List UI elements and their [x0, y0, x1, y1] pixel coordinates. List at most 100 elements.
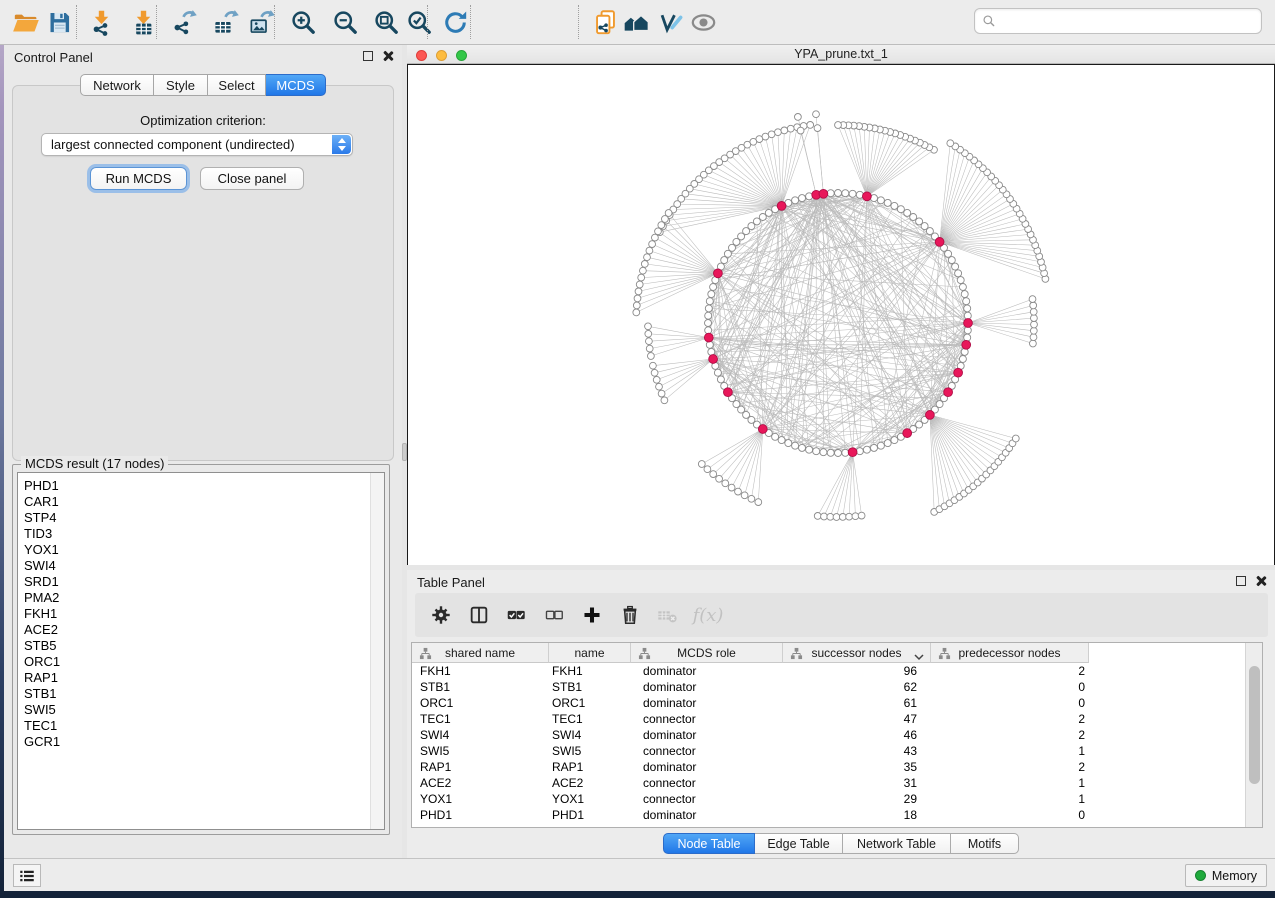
cell-predecessor-nodes[interactable]: 2: [931, 663, 1089, 679]
network-node[interactable]: [714, 369, 721, 376]
network-node[interactable]: [646, 247, 653, 254]
cell-successor-nodes[interactable]: 96: [783, 663, 931, 679]
network-node[interactable]: [1029, 296, 1036, 303]
import-table-icon[interactable]: [128, 7, 158, 37]
close-panel-button[interactable]: Close panel: [200, 167, 304, 190]
mcds-hub-node[interactable]: [863, 192, 872, 201]
network-node[interactable]: [947, 140, 954, 147]
network-node[interactable]: [842, 190, 849, 197]
network-node[interactable]: [835, 190, 842, 197]
network-node[interactable]: [759, 214, 766, 221]
table-panel-close-button[interactable]: [1255, 575, 1267, 587]
export-table-icon[interactable]: [210, 7, 240, 37]
search-field[interactable]: [974, 8, 1262, 34]
network-node[interactable]: [961, 291, 968, 298]
optimization-criterion-select[interactable]: largest connected component (undirected): [41, 133, 353, 156]
tab-node-table[interactable]: Node Table: [663, 833, 755, 854]
network-node[interactable]: [863, 446, 870, 453]
network-node[interactable]: [640, 267, 647, 274]
import-network-icon[interactable]: [86, 7, 116, 37]
network-node[interactable]: [787, 125, 794, 132]
network-node[interactable]: [772, 433, 779, 440]
table-row[interactable]: FKH1FKH1dominator962: [412, 663, 1245, 679]
network-node[interactable]: [952, 263, 959, 270]
export-network-icon[interactable]: [168, 7, 198, 37]
network-node[interactable]: [710, 471, 717, 478]
cell-shared-name[interactable]: TEC1: [412, 711, 549, 727]
network-node[interactable]: [785, 440, 792, 447]
network-node[interactable]: [706, 298, 713, 305]
network-node[interactable]: [936, 401, 943, 408]
cell-successor-nodes[interactable]: 61: [783, 695, 931, 711]
network-node[interactable]: [964, 312, 971, 319]
label-visibility-icon[interactable]: [655, 7, 685, 37]
cell-successor-nodes[interactable]: 35: [783, 759, 931, 775]
cell-name[interactable]: PHD1: [549, 807, 631, 823]
cell-predecessor-nodes[interactable]: 2: [931, 711, 1089, 727]
mcds-hub-node[interactable]: [962, 340, 971, 349]
network-node[interactable]: [884, 440, 891, 447]
cell-name[interactable]: ORC1: [549, 695, 631, 711]
network-node[interactable]: [716, 475, 723, 482]
network-node[interactable]: [799, 195, 806, 202]
cell-shared-name[interactable]: RAP1: [412, 759, 549, 775]
network-node[interactable]: [641, 261, 648, 268]
cell-MCDS-role[interactable]: connector: [631, 775, 783, 791]
memory-button[interactable]: Memory: [1185, 864, 1267, 887]
table-row[interactable]: ACE2ACE2connector311: [412, 775, 1245, 791]
network-node[interactable]: [658, 222, 665, 229]
network-node[interactable]: [741, 492, 748, 499]
cell-predecessor-nodes[interactable]: 0: [931, 695, 1089, 711]
eye-icon[interactable]: [688, 7, 718, 37]
mcds-hub-node[interactable]: [964, 319, 973, 328]
network-node[interactable]: [821, 513, 828, 520]
mcds-hub-node[interactable]: [935, 238, 944, 247]
cell-predecessor-nodes[interactable]: 1: [931, 775, 1089, 791]
network-node[interactable]: [959, 284, 966, 291]
tab-mcds[interactable]: MCDS: [266, 74, 326, 96]
mcds-result-item[interactable]: YOX1: [18, 542, 384, 558]
mcds-list-scrollbar[interactable]: [370, 473, 384, 829]
network-node[interactable]: [799, 444, 806, 451]
network-node[interactable]: [820, 449, 827, 456]
mcds-result-item[interactable]: PMA2: [18, 590, 384, 606]
mcds-result-item[interactable]: PHD1: [18, 478, 384, 494]
network-node[interactable]: [633, 302, 640, 309]
mcds-hub-node[interactable]: [758, 425, 767, 434]
network-node[interactable]: [705, 305, 712, 312]
run-mcds-button[interactable]: Run MCDS: [90, 167, 187, 190]
network-node[interactable]: [708, 291, 715, 298]
cell-successor-nodes[interactable]: 62: [783, 679, 931, 695]
cell-predecessor-nodes[interactable]: 2: [931, 759, 1089, 775]
network-node[interactable]: [645, 330, 652, 337]
network-node[interactable]: [775, 129, 782, 136]
table-row[interactable]: ORC1ORC1dominator610: [412, 695, 1245, 711]
network-node[interactable]: [650, 362, 657, 369]
cell-name[interactable]: YOX1: [549, 791, 631, 807]
network-node[interactable]: [948, 257, 955, 264]
mcds-hub-node[interactable]: [819, 189, 828, 198]
network-node[interactable]: [710, 284, 717, 291]
network-node[interactable]: [792, 442, 799, 449]
network-node[interactable]: [814, 513, 821, 520]
cell-successor-nodes[interactable]: 29: [783, 791, 931, 807]
task-history-button[interactable]: [13, 864, 41, 887]
network-node[interactable]: [655, 228, 662, 235]
network-node[interactable]: [807, 122, 814, 129]
zoom-in-icon[interactable]: [288, 7, 318, 37]
network-node[interactable]: [633, 309, 640, 316]
network-node[interactable]: [877, 197, 884, 204]
network-node[interactable]: [781, 127, 788, 134]
network-node[interactable]: [871, 444, 878, 451]
export-image-icon[interactable]: [246, 7, 276, 37]
network-node[interactable]: [963, 298, 970, 305]
delete-column-icon[interactable]: [618, 603, 642, 627]
network-node[interactable]: [648, 353, 655, 360]
save-session-icon[interactable]: [44, 7, 74, 37]
network-node[interactable]: [891, 202, 898, 209]
cell-successor-nodes[interactable]: 43: [783, 743, 931, 759]
network-node[interactable]: [1030, 334, 1037, 341]
mcds-hub-node[interactable]: [724, 388, 733, 397]
cell-name[interactable]: SWI4: [549, 727, 631, 743]
network-node[interactable]: [665, 210, 672, 217]
